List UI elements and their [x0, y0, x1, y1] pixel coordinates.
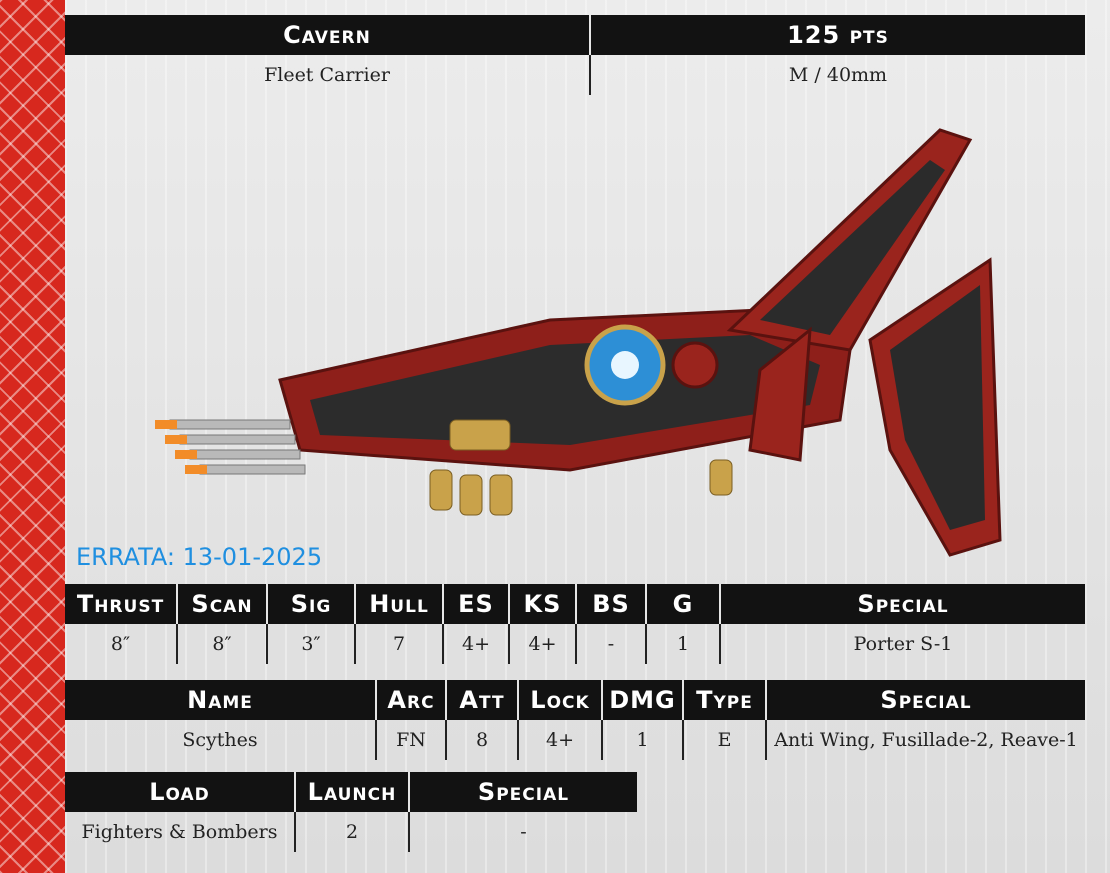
stat-header-g: G	[645, 584, 720, 624]
stat-header-scan: Scan	[176, 584, 267, 624]
stat-es: 4+	[442, 624, 509, 664]
launch-special: -	[408, 812, 637, 852]
stat-header-special: Special	[719, 584, 1085, 624]
ship-name: Cavern	[65, 15, 590, 55]
stat-header-es: ES	[442, 584, 509, 624]
stat-special: Porter S-1	[719, 624, 1085, 664]
ship-header-table: Cavern 125 pts Fleet Carrier M / 40mm	[65, 15, 1085, 95]
weapon-header-arc: Arc	[375, 680, 446, 720]
weapon-att: 8	[445, 720, 518, 760]
stat-scan: 8″	[176, 624, 267, 664]
weapon-header-type: Type	[682, 680, 766, 720]
launch-table: Load Launch Special Fighters & Bombers 2…	[65, 772, 637, 852]
stat-g: 1	[645, 624, 720, 664]
stats-table: Thrust Scan Sig Hull ES KS BS G Special …	[65, 584, 1085, 664]
stat-header-bs: BS	[575, 584, 646, 624]
weapon-header-att: Att	[445, 680, 518, 720]
launch-header-launch: Launch	[294, 772, 409, 812]
spaceship-miniature-icon	[155, 128, 1002, 557]
weapon-header-dmg: DMG	[601, 680, 683, 720]
stat-hull: 7	[354, 624, 443, 664]
weapon-lock: 4+	[517, 720, 602, 760]
stat-ks: 4+	[508, 624, 576, 664]
weapon-arc: FN	[375, 720, 446, 760]
launch-header-load: Load	[65, 772, 295, 812]
ship-base: M / 40mm	[589, 55, 1085, 95]
weapon-dmg: 1	[601, 720, 683, 760]
stat-header-thrust: Thrust	[65, 584, 177, 624]
stat-header-sig: Sig	[266, 584, 355, 624]
launch-header-special: Special	[408, 772, 637, 812]
weapon-header-lock: Lock	[517, 680, 602, 720]
launch-load: Fighters & Bombers	[81, 821, 278, 843]
ship-points: 125 pts	[589, 15, 1085, 55]
stat-thrust: 8″	[110, 633, 131, 655]
side-stripe	[0, 0, 65, 873]
weapon-special: Anti Wing, Fusillade-2, Reave-1	[765, 720, 1085, 760]
table-row: Scythes FN 8 4+ 1 E Anti Wing, Fusillade…	[65, 720, 1085, 760]
launch-count: 2	[294, 812, 409, 852]
weapon-type: E	[682, 720, 766, 760]
ship-type: Fleet Carrier	[264, 64, 390, 86]
weapon-header-name: Name	[65, 680, 376, 720]
stat-header-ks: KS	[508, 584, 576, 624]
weapons-table: Name Arc Att Lock DMG Type Special Scyth…	[65, 680, 1085, 760]
stat-sig: 3″	[266, 624, 355, 664]
stat-header-hull: Hull	[354, 584, 443, 624]
weapon-name: Scythes	[182, 729, 258, 751]
stat-bs: -	[575, 624, 646, 664]
weapon-header-special: Special	[765, 680, 1085, 720]
errata-label: ERRATA: 13-01-2025	[76, 543, 323, 571]
